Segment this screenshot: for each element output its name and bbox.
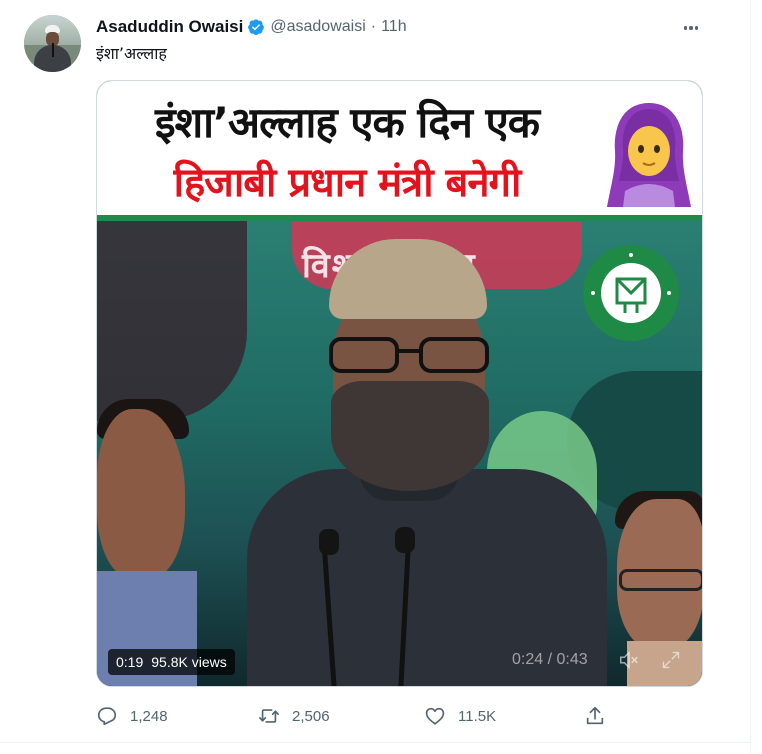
retweet-button[interactable]: 2,506 — [258, 704, 330, 728]
verified-badge-icon — [248, 19, 265, 35]
reply-button[interactable]: 1,248 — [96, 704, 168, 728]
retweet-count: 2,506 — [292, 707, 330, 725]
retweet-icon — [259, 709, 279, 723]
speaker-glasses — [329, 337, 489, 373]
video-frame[interactable]: विश तेलंगाना — [97, 221, 702, 686]
tweet[interactable]: Asaduddin Owaisi @asadowaisi · 11h इंशा’… — [0, 0, 750, 742]
like-count: 11.5K — [458, 707, 497, 725]
author-handle[interactable]: @asadowaisi — [270, 18, 365, 36]
video-player[interactable]: इंशा’अल्लाह एक दिन एक हिजाबी प्रधान मंत्… — [96, 80, 703, 687]
column-border — [750, 0, 751, 754]
volume-muted-icon[interactable] — [618, 649, 640, 671]
more-dots-icon[interactable] — [678, 15, 704, 41]
tweet-header: Asaduddin Owaisi @asadowaisi · 11h — [96, 16, 407, 38]
separator-dot: · — [370, 18, 377, 35]
tweet-divider — [0, 742, 751, 743]
heart-icon — [425, 707, 445, 725]
video-headline-banner: इंशा’अल्लाह एक दिन एक हिजाबी प्रधान मंत्… — [97, 81, 702, 215]
tweet-text: इंशा’अल्लाह — [96, 44, 167, 63]
avatar[interactable] — [24, 15, 81, 72]
like-button[interactable]: 11.5K — [424, 704, 496, 728]
video-views: 95.8K views — [151, 654, 227, 670]
headline-line-1: इंशा’अल्लाह एक दिन एक — [154, 98, 540, 147]
reply-icon — [97, 707, 117, 726]
video-duration: 0:24 / 0:43 — [512, 651, 588, 668]
woman-with-headscarf-icon — [607, 103, 691, 207]
author-name[interactable]: Asaduddin Owaisi — [96, 17, 243, 37]
video-stats-pill: 0:19 95.8K views — [108, 649, 235, 675]
tweet-time[interactable]: 11h — [381, 18, 407, 36]
share-button[interactable] — [584, 704, 606, 728]
share-icon — [586, 706, 604, 725]
tweet-actions: 1,248 2,506 11.5K — [96, 704, 616, 728]
video-elapsed: 0:19 — [116, 654, 144, 670]
party-logo-icon — [583, 245, 679, 341]
reply-count: 1,248 — [130, 707, 168, 725]
expand-icon[interactable] — [661, 650, 681, 670]
headline-line-2: हिजाबी प्रधान मंत्री बनेगी — [173, 160, 522, 206]
